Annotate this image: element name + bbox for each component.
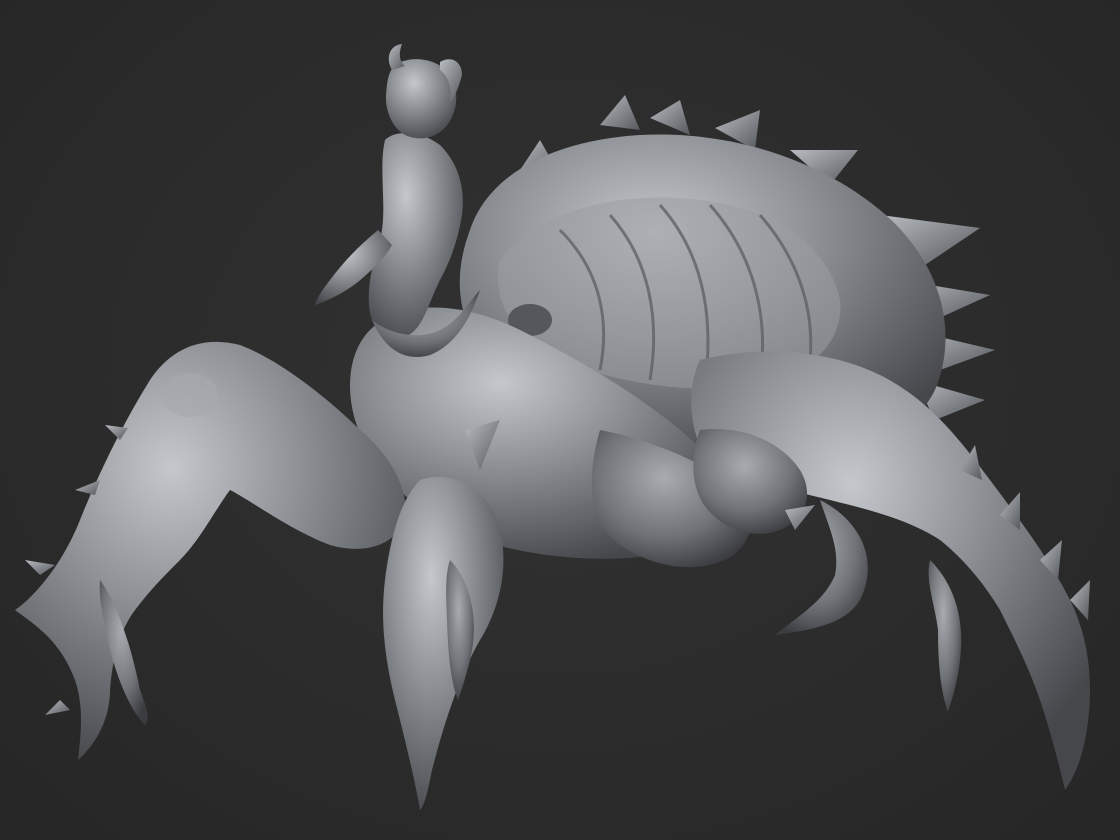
front-left-leg <box>15 341 406 760</box>
sculpt-viewport[interactable] <box>0 0 1120 840</box>
creature-sculpt <box>15 44 1090 810</box>
front-right-leg <box>691 351 1090 790</box>
